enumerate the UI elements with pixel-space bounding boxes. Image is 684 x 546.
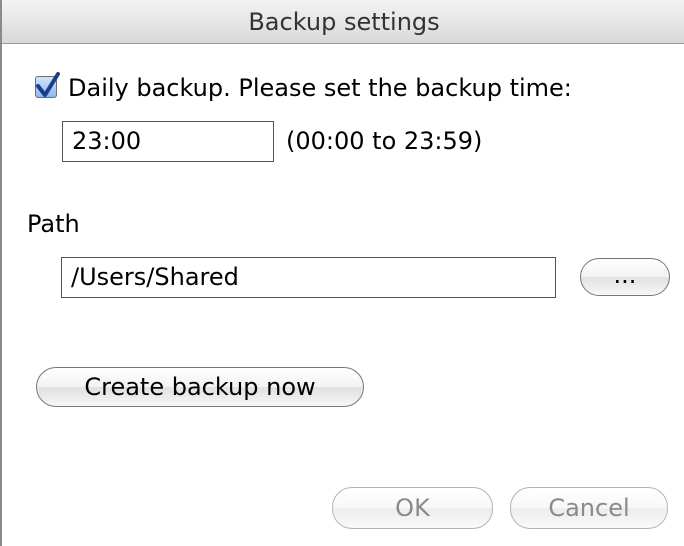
create-backup-now-button[interactable]: Create backup now xyxy=(36,367,364,407)
checkmark-icon xyxy=(36,72,60,97)
time-range-hint: (00:00 to 23:59) xyxy=(286,127,483,155)
path-label: Path xyxy=(27,210,80,238)
daily-backup-label: Daily backup. Please set the backup time… xyxy=(68,74,572,102)
browse-button[interactable]: ... xyxy=(580,258,670,296)
backup-time-field[interactable]: 23:00 xyxy=(62,121,274,162)
window-title: Backup settings xyxy=(2,0,684,44)
ok-button[interactable]: OK xyxy=(332,487,493,529)
path-field[interactable]: /Users/Shared xyxy=(61,257,556,298)
backup-settings-window: Backup settings Daily backup. Please set… xyxy=(0,0,684,546)
cancel-button[interactable]: Cancel xyxy=(510,487,668,529)
daily-backup-checkbox[interactable] xyxy=(35,72,60,98)
